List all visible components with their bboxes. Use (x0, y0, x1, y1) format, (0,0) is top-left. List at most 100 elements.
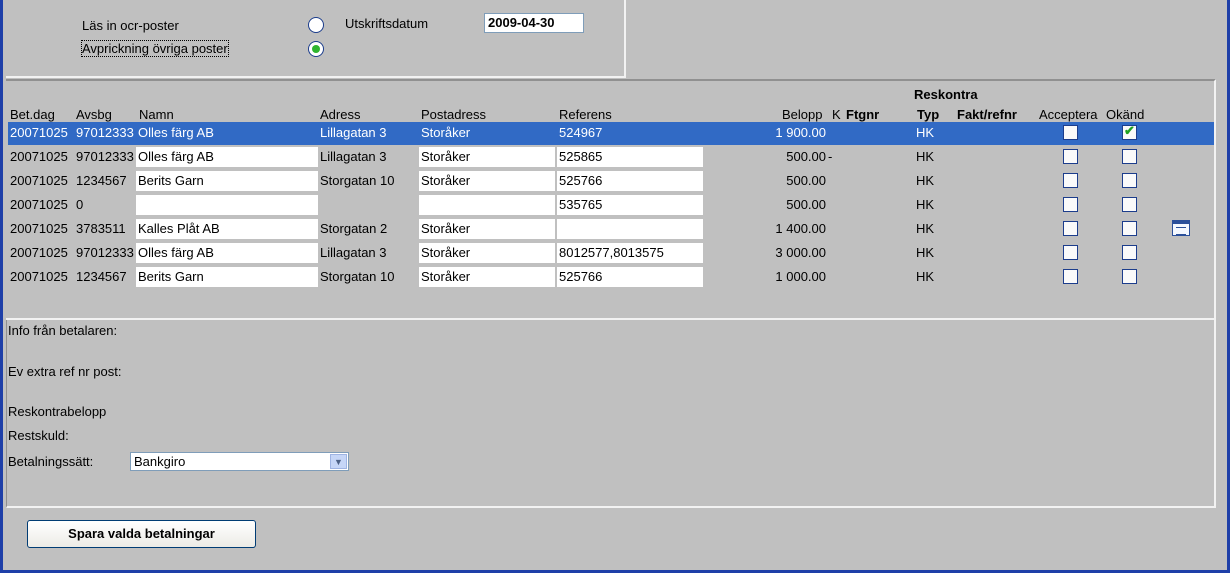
header-reskontra-group: Reskontra (914, 87, 978, 102)
chevron-down-icon[interactable]: ▼ (330, 454, 347, 469)
table-row[interactable]: 20071025 97012333 Olles färg AB Lillagatan … (8, 242, 1214, 265)
cell-avsbg: 0 (76, 197, 84, 212)
cell-avsbg: 97012333 (76, 245, 134, 260)
cell-belopp: 3 000.00 (775, 245, 826, 260)
unknown-checkbox[interactable] (1122, 269, 1137, 284)
field-namn[interactable]: Olles färg AB (136, 243, 318, 263)
table-row[interactable]: 20071025 1234567 Berits Garn Storgatan 10 St… (8, 266, 1214, 289)
cell-betdag: 20071025 (10, 197, 68, 212)
remaining-debt-label: Restskuld: (8, 428, 69, 443)
field-postadress[interactable]: Storåker (419, 123, 555, 143)
radio-selected-dot (312, 45, 320, 53)
field-referens[interactable]: 525766 (557, 267, 703, 287)
cell-avsbg: 3783511 (76, 221, 126, 236)
print-date-label: Utskriftsdatum (345, 16, 429, 31)
options-panel (6, 0, 626, 78)
cell-betdag: 20071025 (10, 269, 68, 284)
accept-checkbox[interactable] (1063, 245, 1078, 260)
unknown-checkbox[interactable] (1122, 197, 1137, 212)
print-date-input[interactable]: 2009-04-30 (484, 13, 584, 33)
accept-checkbox[interactable] (1063, 125, 1078, 140)
header-ftgnr: Ftgnr (846, 107, 880, 122)
field-namn[interactable]: Berits Garn (136, 171, 318, 191)
header-avsbg: Avsbg (76, 107, 112, 122)
cell-typ: HK (916, 245, 935, 260)
field-postadress[interactable] (419, 195, 555, 215)
field-namn[interactable]: Berits Garn (136, 267, 318, 287)
cell-typ: HK (916, 125, 935, 140)
radio-other[interactable] (308, 41, 324, 57)
cell-betdag: 20071025 (10, 125, 68, 140)
cell-typ: HK (916, 269, 935, 284)
table-row[interactable]: 20071025 0 535765 500.00 HK (8, 194, 1214, 217)
cell-adress: Storgatan 10 (320, 173, 395, 188)
header-fakt-refnr: Fakt/refnr (957, 107, 1017, 122)
cell-belopp: 1 900.00 (775, 125, 826, 140)
table-row[interactable]: 20071025 3783511 Kalles Plåt AB Storgatan 2… (8, 218, 1214, 241)
unknown-checkbox[interactable] (1122, 149, 1137, 164)
cell-avsbg: 1234567 (76, 173, 127, 188)
reskontra-amount-label: Reskontrabelopp (8, 404, 107, 419)
table-row[interactable]: 20071025 1234567 Berits Garn Storgatan 10 St… (8, 170, 1214, 193)
header-betdag: Bet.dag (10, 107, 55, 122)
field-referens[interactable] (557, 219, 703, 239)
field-referens[interactable]: 524967 (557, 123, 703, 143)
field-postadress[interactable]: Storåker (419, 243, 555, 263)
cell-typ: HK (916, 173, 935, 188)
unknown-checkbox[interactable]: ✔ (1122, 123, 1137, 140)
accept-checkbox[interactable] (1063, 221, 1078, 236)
field-namn[interactable] (136, 195, 318, 215)
cell-betdag: 20071025 (10, 173, 68, 188)
cell-avsbg: 97012333 (76, 149, 134, 164)
payment-method-label: Betalningssätt: (8, 454, 94, 469)
accept-checkbox[interactable] (1063, 173, 1078, 188)
field-referens[interactable]: 8012577,8013575 (557, 243, 703, 263)
info-from-payer-label: Info från betalaren: (8, 323, 118, 338)
option-other-label: Avprickning övriga poster (81, 40, 229, 57)
extra-ref-label: Ev extra ref nr post: (8, 364, 122, 379)
field-namn[interactable]: Olles färg AB (136, 123, 318, 143)
cell-avsbg: 1234567 (76, 269, 127, 284)
cell-belopp: 500.00 (786, 149, 826, 164)
cell-belopp: 1 400.00 (775, 221, 826, 236)
details-panel (6, 320, 1216, 508)
radio-read-ocr[interactable] (308, 17, 324, 33)
cell-typ: HK (916, 197, 935, 212)
header-k: K (832, 107, 841, 122)
header-acceptera: Acceptera (1039, 107, 1098, 122)
field-referens[interactable]: 525865 (557, 147, 703, 167)
unknown-checkbox[interactable] (1122, 221, 1137, 236)
field-namn[interactable]: Kalles Plåt AB (136, 219, 318, 239)
option-read-ocr-label: Läs in ocr-poster (82, 18, 179, 33)
table-row[interactable]: 20071025 97012333 Olles färg AB Lillagatan … (8, 146, 1214, 169)
field-namn[interactable]: Olles färg AB (136, 147, 318, 167)
cell-belopp: 500.00 (786, 197, 826, 212)
header-postadress: Postadress (421, 107, 487, 122)
payment-method-select[interactable]: Bankgiro ▼ (130, 452, 349, 471)
header-okand: Okänd (1106, 107, 1145, 122)
header-referens: Referens (559, 107, 612, 122)
field-postadress[interactable]: Storåker (419, 219, 555, 239)
cell-betdag: 20071025 (10, 245, 68, 260)
field-referens[interactable]: 535765 (557, 195, 703, 215)
cell-adress: Lillagatan 3 (320, 149, 387, 164)
field-referens[interactable]: 525766 (557, 171, 703, 191)
accept-checkbox[interactable] (1063, 197, 1078, 212)
cell-typ: HK (916, 221, 935, 236)
header-typ: Typ (917, 107, 940, 122)
cell-adress: Storgatan 10 (320, 269, 395, 284)
checkmark-icon: ✔ (1124, 123, 1135, 138)
unknown-checkbox[interactable] (1122, 173, 1137, 188)
accept-checkbox[interactable] (1063, 149, 1078, 164)
unknown-checkbox[interactable] (1122, 245, 1137, 260)
table-row[interactable]: 20071025 97012333 Olles färg AB Lillagatan … (8, 122, 1214, 145)
save-selected-payments-button[interactable]: Spara valda betalningar (27, 520, 256, 548)
cell-typ: HK (916, 149, 935, 164)
field-postadress[interactable]: Storåker (419, 267, 555, 287)
field-postadress[interactable]: Storåker (419, 147, 555, 167)
payment-method-value: Bankgiro (134, 454, 186, 469)
cell-adress: Lillagatan 3 (320, 125, 387, 140)
accept-checkbox[interactable] (1063, 269, 1078, 284)
field-postadress[interactable]: Storåker (419, 171, 555, 191)
note-icon[interactable] (1172, 220, 1190, 236)
